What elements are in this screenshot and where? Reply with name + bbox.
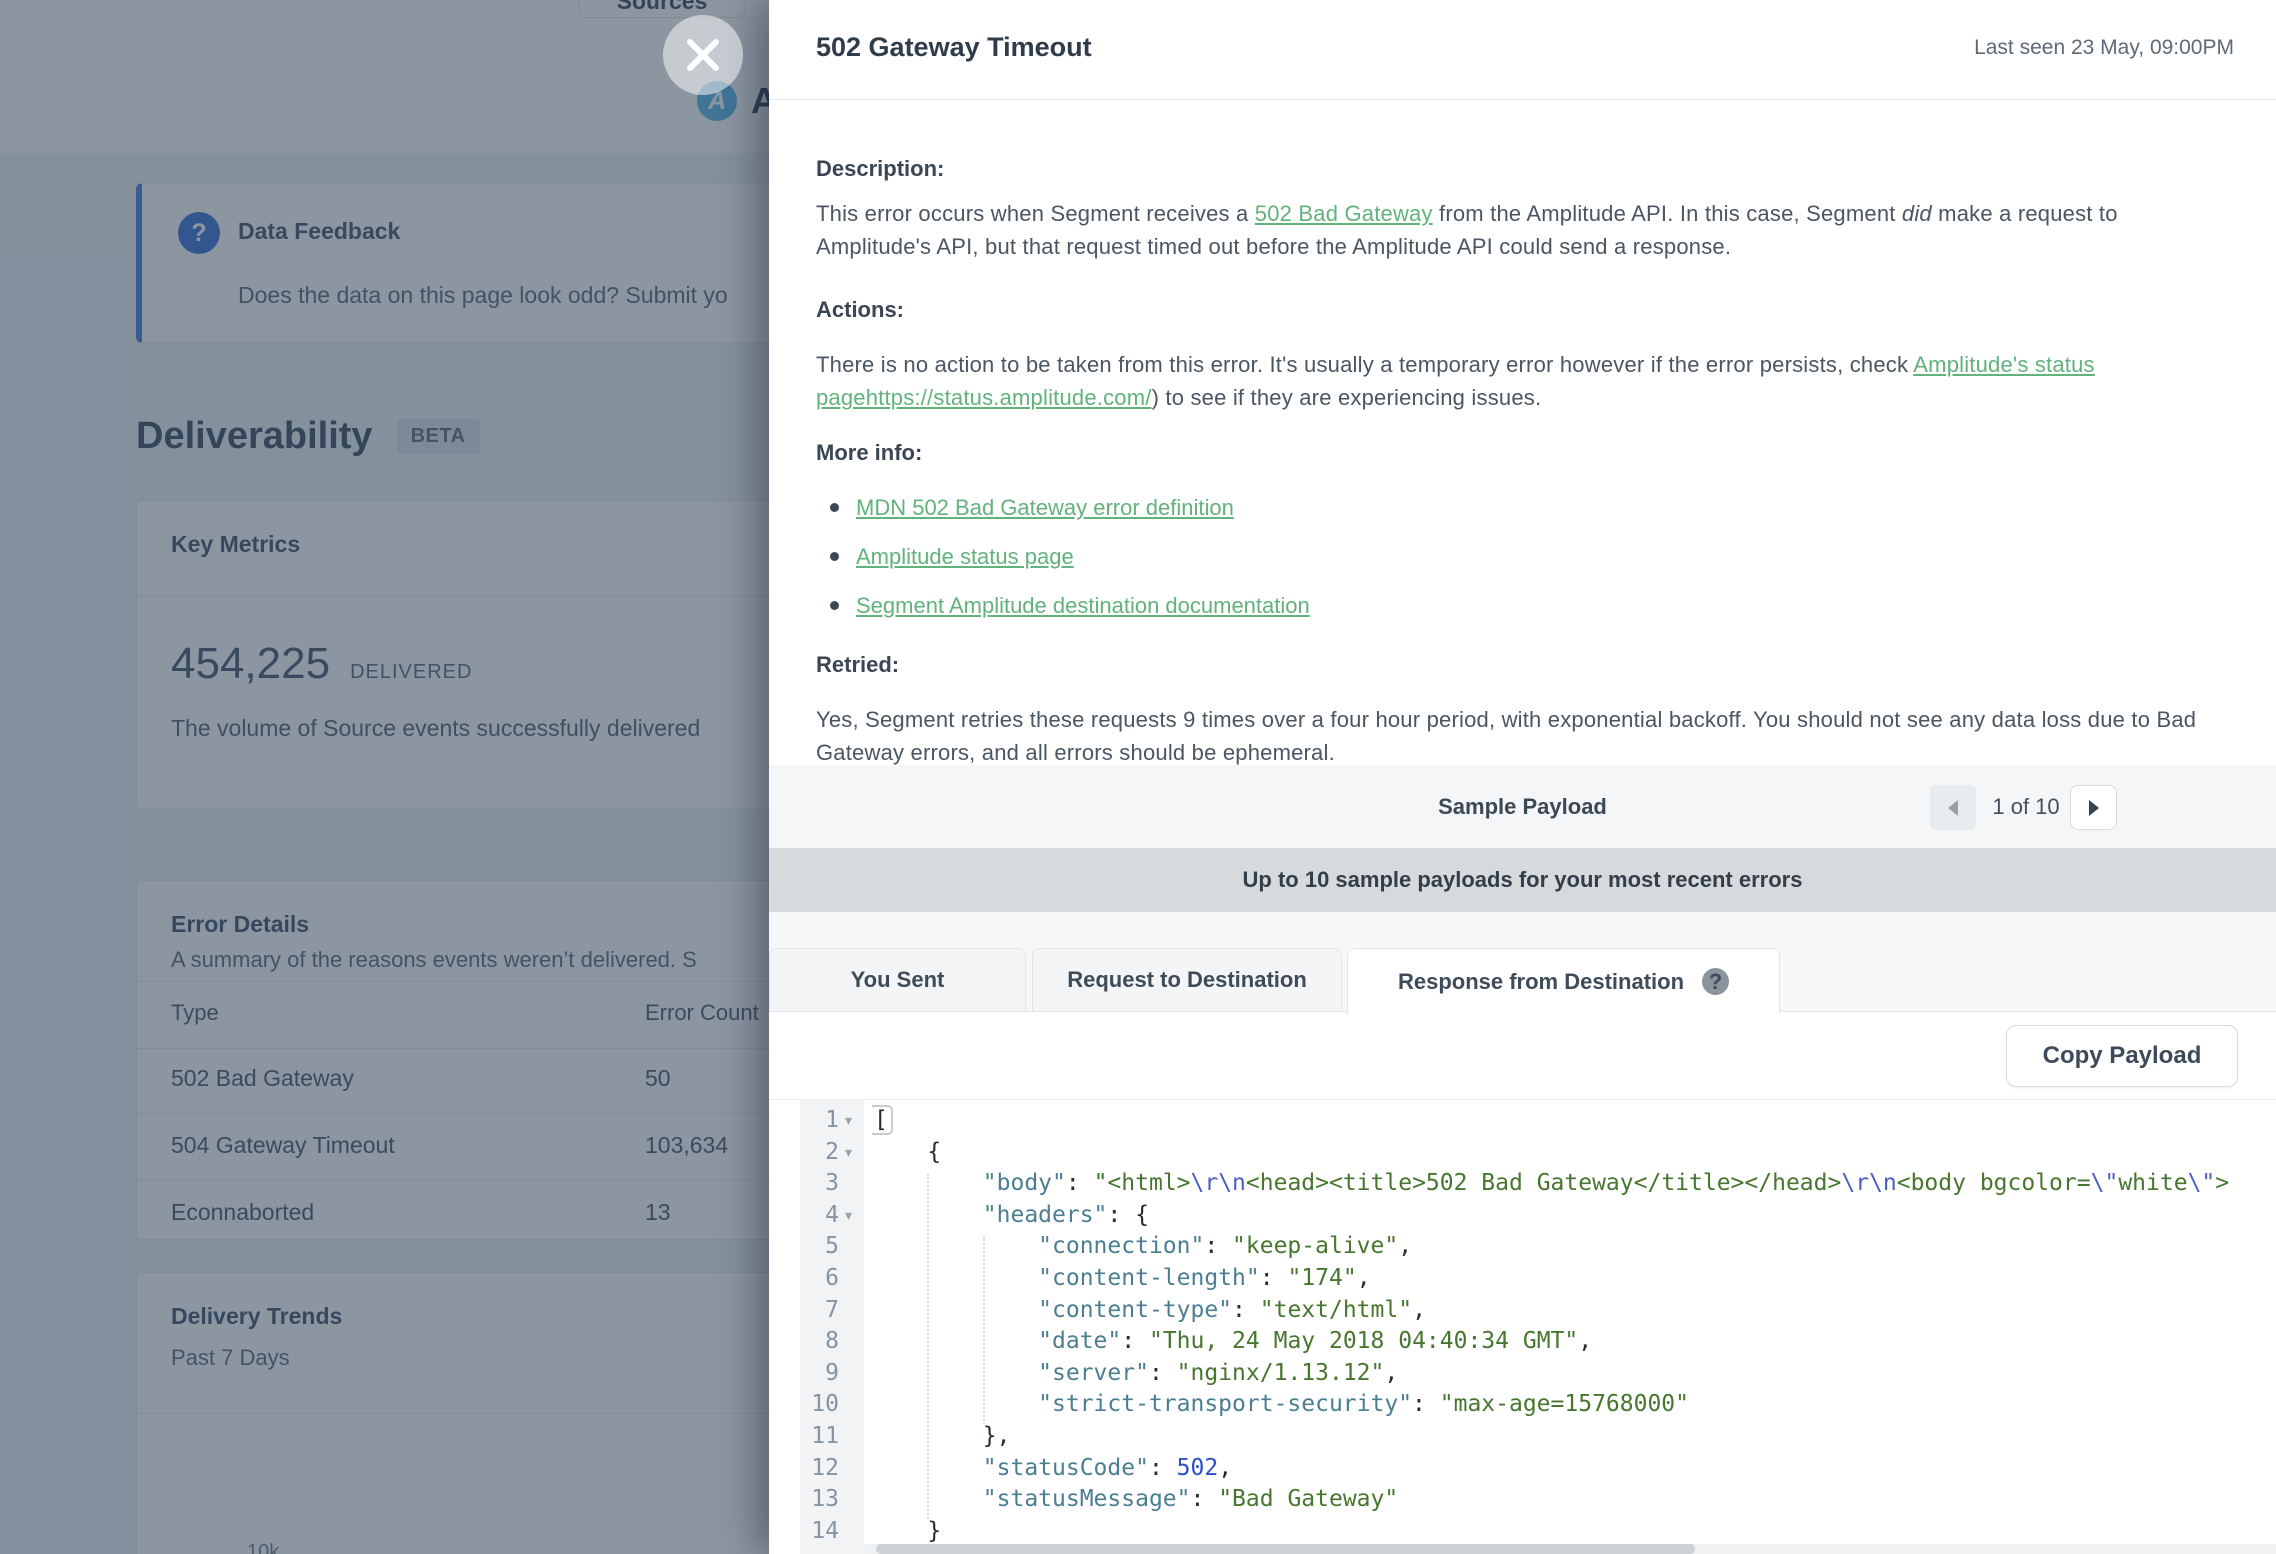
help-icon[interactable]: ?: [1702, 968, 1729, 995]
payload-code-viewer: 1▾[2▾ {3 "body": "<html>\r\n<head><title…: [769, 1099, 2276, 1554]
code-text: "statusMessage": "Bad Gateway": [872, 1484, 2276, 1516]
code-line: 10 "strict-transport-security": "max-age…: [769, 1389, 2276, 1421]
code-line: 14 }: [769, 1516, 2276, 1548]
text: There is no action to be taken from this…: [816, 352, 1913, 377]
code-line: 9 "server": "nginx/1.13.12",: [769, 1358, 2276, 1390]
bad-gateway-link[interactable]: 502 Bad Gateway: [1255, 201, 1433, 226]
scrollbar-thumb[interactable]: [876, 1544, 1695, 1554]
code-line: 1▾ [: [769, 1105, 2276, 1137]
drawer-body: Description: This error occurs when Segm…: [816, 100, 2216, 769]
emphasis-text: did: [1902, 201, 1932, 226]
code-text: [: [872, 1105, 2276, 1137]
code-line: 11 },: [769, 1421, 2276, 1453]
line-number: 4: [800, 1200, 839, 1232]
line-number: 1: [800, 1105, 839, 1137]
chevron-left-icon: [1948, 800, 1958, 816]
drawer-title: 502 Gateway Timeout: [816, 32, 1092, 63]
code-line: 13 "statusMessage": "Bad Gateway": [769, 1484, 2276, 1516]
sample-payload-bar: Sample Payload 1 of 10: [769, 765, 2276, 848]
chevron-right-icon: [2089, 800, 2099, 816]
code-text: "server": "nginx/1.13.12",: [872, 1358, 2276, 1390]
indent-guide: [927, 1174, 929, 1519]
more-info-item: Segment Amplitude destination documentat…: [830, 589, 2216, 622]
previous-payload-button[interactable]: [1930, 785, 1976, 830]
tab-label: Request to Destination: [1067, 967, 1307, 993]
line-number: 10: [800, 1389, 839, 1421]
code-line: 8 "date": "Thu, 24 May 2018 04:40:34 GMT…: [769, 1326, 2276, 1358]
fold-toggle-icon[interactable]: ▾: [845, 1200, 852, 1232]
more-info-link[interactable]: Amplitude status page: [856, 544, 1074, 569]
line-number: 11: [800, 1421, 839, 1453]
close-button[interactable]: [663, 15, 743, 95]
line-number: 14: [800, 1516, 839, 1548]
more-info-item: MDN 502 Bad Gateway error definition: [830, 491, 2216, 524]
text: from the Amplitude API. In this case, Se…: [1433, 201, 1902, 226]
payload-info-banner: Up to 10 sample payloads for your most r…: [769, 848, 2276, 912]
copy-payload-button[interactable]: Copy Payload: [2006, 1025, 2238, 1087]
code-text: "statusCode": 502,: [872, 1453, 2276, 1485]
code-line: 4▾ "headers": {: [769, 1200, 2276, 1232]
actions-text: There is no action to be taken from this…: [816, 348, 2216, 414]
payload-page-indicator: 1 of 10: [1982, 765, 2070, 848]
code-text: "connection": "keep-alive",: [872, 1231, 2276, 1263]
code-line: 2▾ {: [769, 1137, 2276, 1169]
payload-tabs: You Sent Request to Destination Response f…: [769, 912, 2276, 1012]
fold-toggle-icon[interactable]: ▾: [845, 1137, 852, 1169]
fold-toggle-icon[interactable]: ▾: [845, 1105, 852, 1137]
text: This error occurs when Segment receives …: [816, 201, 1255, 226]
more-info-link[interactable]: Segment Amplitude destination documentat…: [856, 593, 1310, 618]
line-number: 8: [800, 1326, 839, 1358]
line-number: 2: [800, 1137, 839, 1169]
close-icon: [685, 37, 721, 73]
more-info-item: Amplitude status page: [830, 540, 2216, 573]
code-line: 12 "statusCode": 502,: [769, 1453, 2276, 1485]
code-text: },: [872, 1421, 2276, 1453]
description-text: This error occurs when Segment receives …: [816, 197, 2216, 263]
description-label: Description:: [816, 152, 2216, 185]
more-info-label: More info:: [816, 436, 2216, 469]
tab-you-sent[interactable]: You Sent: [769, 948, 1026, 1012]
line-number: 7: [800, 1295, 839, 1327]
line-number: 3: [800, 1168, 839, 1200]
code-text: {: [872, 1137, 2276, 1169]
last-seen-timestamp: Last seen 23 May, 09:00PM: [1974, 36, 2234, 60]
tab-request-to-destination[interactable]: Request to Destination: [1032, 948, 1342, 1012]
tab-response-from-destination[interactable]: Response from Destination?: [1347, 948, 1780, 1014]
code-line: 6 "content-length": "174",: [769, 1263, 2276, 1295]
line-number: 5: [800, 1231, 839, 1263]
error-detail-drawer: 502 Gateway Timeout Last seen 23 May, 09…: [769, 0, 2276, 1554]
code-text: "headers": {: [872, 1200, 2276, 1232]
retried-text: Yes, Segment retries these requests 9 ti…: [816, 703, 2216, 769]
code-line: 7 "content-type": "text/html",: [769, 1295, 2276, 1327]
line-number: 13: [800, 1484, 839, 1516]
code-line: 5 "connection": "keep-alive",: [769, 1231, 2276, 1263]
code-text: "body": "<html>\r\n<head><title>502 Bad …: [872, 1168, 2276, 1200]
next-payload-button[interactable]: [2070, 785, 2117, 830]
line-number: 6: [800, 1263, 839, 1295]
drawer-header: 502 Gateway Timeout Last seen 23 May, 09…: [769, 0, 2276, 100]
more-info-link[interactable]: MDN 502 Bad Gateway error definition: [856, 495, 1234, 520]
retried-label: Retried:: [816, 648, 2216, 681]
code-text: "content-length": "174",: [872, 1263, 2276, 1295]
actions-label: Actions:: [816, 293, 2216, 326]
code-text: }: [872, 1516, 2276, 1548]
code-text: "content-type": "text/html",: [872, 1295, 2276, 1327]
code-text: "strict-transport-security": "max-age=15…: [872, 1389, 2276, 1421]
horizontal-scrollbar: [864, 1544, 2276, 1554]
tab-label: Response from Destination: [1398, 969, 1684, 995]
indent-guide: [983, 1236, 985, 1424]
text: ) to see if they are experiencing issues…: [1152, 385, 1542, 410]
code-text: "date": "Thu, 24 May 2018 04:40:34 GMT",: [872, 1326, 2276, 1358]
code-line: 3 "body": "<html>\r\n<head><title>502 Ba…: [769, 1168, 2276, 1200]
more-info-list: MDN 502 Bad Gateway error definition Ampl…: [816, 491, 2216, 622]
tab-label: You Sent: [851, 967, 945, 993]
code-lines: 1▾[2▾ {3 "body": "<html>\r\n<head><title…: [769, 1105, 2276, 1547]
screen: Sources A A ? Data Feedback Does the dat…: [0, 0, 2276, 1554]
line-number: 12: [800, 1453, 839, 1485]
line-number: 9: [800, 1358, 839, 1390]
